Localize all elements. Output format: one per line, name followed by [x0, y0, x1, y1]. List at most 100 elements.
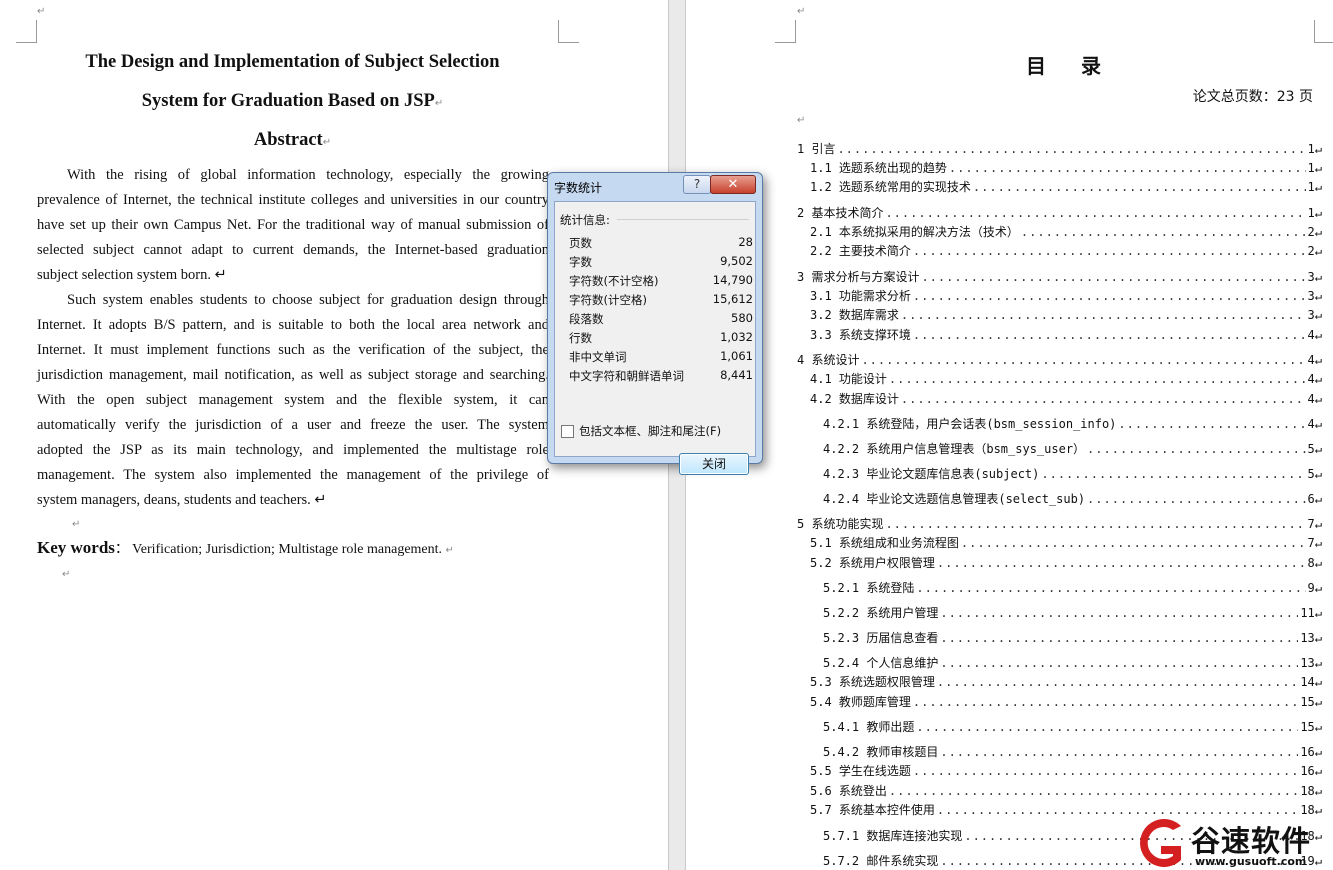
toc-entry-label: 1.2 选题系统常用的实现技术 [810, 180, 971, 194]
toc-entry[interactable]: 4.2.2 系统用户信息管理表（bsm_sys_user） 5↵ [823, 440, 1322, 457]
stat-row: 页数 28 [569, 235, 753, 251]
toc-entry[interactable]: 4.2.1 系统登陆，用户会话表(bsm_session_info) 4↵ [823, 415, 1322, 432]
toc-entry[interactable]: 3.2 数据库需求 3↵ [810, 306, 1322, 323]
toc-entry-page: 15↵ [1300, 720, 1322, 734]
toc-entry[interactable]: 3.3 系统支撑环境 4↵ [810, 326, 1322, 343]
stat-label: 字数 [569, 255, 592, 269]
toc-entry[interactable]: 4.2.3 毕业论文题库信息表(subject) 5↵ [823, 465, 1322, 482]
toc-entry-label: 4.2.4 毕业论文选题信息管理表(select_sub) [823, 492, 1086, 506]
toc-entry-label: 5.5 学生在线选题 [810, 764, 911, 778]
toc-entry[interactable]: 4 系统设计 4↵ [797, 351, 1322, 368]
toc-leader-dots [889, 784, 1298, 798]
toc-entry-label: 4.2.3 毕业论文题库信息表(subject) [823, 467, 1040, 481]
help-button[interactable]: ? [683, 175, 711, 194]
toc-entry[interactable]: 2.1 本系统拟采用的解决方法（技术） 2↵ [810, 223, 1322, 240]
crop-mark [558, 20, 579, 43]
watermark-logo: 谷速软件 www.gusuoft.com [1133, 812, 1333, 870]
toc-entry-page: 9↵ [1307, 581, 1322, 595]
toc-entry[interactable]: 3 需求分析与方案设计 3↵ [797, 268, 1322, 285]
toc-entry[interactable]: 5.1 系统组成和业务流程图 7↵ [810, 534, 1322, 551]
toc-entry[interactable]: 1.1 选题系统出现的趋势 1↵ [810, 159, 1322, 176]
toc-entry-page: 13↵ [1300, 631, 1322, 645]
toc-entry-page: 2↵ [1307, 244, 1322, 258]
toc-entry-label: 4.2 数据库设计 [810, 392, 899, 406]
include-textboxes-checkbox[interactable]: 包括文本框、脚注和尾注(F) [561, 423, 721, 439]
toc-entry-page: 16↵ [1300, 745, 1322, 759]
toc-entry[interactable]: 5.4.1 教师出题 15↵ [823, 718, 1322, 735]
toc-entry[interactable]: 5.3 系统选题权限管理 14↵ [810, 673, 1322, 690]
toc-entry[interactable]: 4.2.4 毕业论文选题信息管理表(select_sub) 6↵ [823, 490, 1322, 507]
toc-entry-label: 2.2 主要技术简介 [810, 244, 911, 258]
toc-leader-dots [913, 695, 1298, 709]
toc-entry-label: 4.1 功能设计 [810, 372, 887, 386]
toc-entry-page: 11↵ [1300, 606, 1322, 620]
toc-leader-dots [1118, 417, 1305, 431]
toc-leader-dots [937, 675, 1298, 689]
toc-leader-dots [901, 308, 1306, 322]
toc-entry[interactable]: 3.1 功能需求分析 3↵ [810, 287, 1322, 304]
toc-leader-dots [1021, 225, 1306, 239]
toc-entry-page: 15↵ [1300, 695, 1322, 709]
stat-row: 行数 1,032 [569, 330, 753, 346]
toc-entry-label: 3.1 功能需求分析 [810, 289, 911, 303]
toc-entry-page: 16↵ [1300, 764, 1322, 778]
toc-entry-page: 3↵ [1307, 289, 1322, 303]
toc-entry-page: 7↵ [1307, 536, 1322, 550]
toc-entry-label: 5.7.2 邮件系统实现 [823, 854, 939, 868]
toc-entry[interactable]: 5.6 系统登出 18↵ [810, 782, 1322, 799]
toc-entry[interactable]: 5.2.4 个人信息维护 13↵ [823, 654, 1322, 671]
dialog-titlebar[interactable]: 字数统计 ? ✕ [548, 173, 762, 197]
toc-entry[interactable]: 2 基本技术简介 1↵ [797, 204, 1322, 221]
stat-label: 字符数(不计空格) [569, 274, 659, 288]
toc-entry-label: 5.4 教师题库管理 [810, 695, 911, 709]
toc-entry[interactable]: 5.2.1 系统登陆 9↵ [823, 579, 1322, 596]
toc-entry[interactable]: 5 系统功能实现 7↵ [797, 515, 1322, 532]
stat-value: 1,061 [720, 349, 753, 363]
toc-entry-label: 2 基本技术简介 [797, 206, 884, 220]
toc-leader-dots [940, 606, 1298, 620]
toc-entry[interactable]: 5.5 学生在线选题 16↵ [810, 762, 1322, 779]
word-count-dialog: 字数统计 ? ✕ 统计信息: 页数 28 字数 9,502 字符数(不计空格) 14,79… [547, 172, 763, 475]
toc-entry-label: 3 需求分析与方案设计 [797, 270, 920, 284]
dialog-title: 字数统计 [554, 181, 603, 195]
abstract-paragraph-1: With the rising of global information te… [37, 163, 549, 288]
close-button[interactable]: 关闭 [679, 453, 749, 475]
keywords-label: Key words [37, 538, 115, 557]
toc-leader-dots [913, 244, 1306, 258]
toc-leader-dots [913, 328, 1306, 342]
checkbox-box[interactable] [561, 424, 574, 438]
toc-entry[interactable]: 4.1 功能设计 4↵ [810, 370, 1322, 387]
toc-entry[interactable]: 1.2 选题系统常用的实现技术 1↵ [810, 178, 1322, 195]
toc-leader-dots [885, 206, 1305, 220]
toc-entry-page: 2↵ [1307, 225, 1322, 239]
toc-entry[interactable]: 5.2.3 历届信息查看 13↵ [823, 629, 1322, 646]
abstract-line: With the rising of global information te… [67, 167, 549, 183]
toc-leader-dots [1041, 467, 1305, 481]
stat-label: 非中文单词 [569, 350, 627, 364]
toc-entry[interactable]: 4.2 数据库设计 4↵ [810, 390, 1322, 407]
abstract-line: Internet. It must implement functions su… [37, 342, 549, 358]
toc-entry-label: 2.1 本系统拟采用的解决方法（技术） [810, 225, 1019, 239]
toc-leader-dots [921, 270, 1305, 284]
toc-entry[interactable]: 5.2.2 系统用户管理 11↵ [823, 604, 1322, 621]
crop-mark [775, 20, 796, 43]
abstract-line: automatically verify the jurisdiction of… [37, 417, 549, 433]
toc-entry[interactable]: 1 引言 1↵ [797, 140, 1322, 157]
toc-entry[interactable]: 5.4.2 教师审核题目 16↵ [823, 743, 1322, 760]
toc-entry-page: 1↵ [1307, 206, 1322, 220]
toc-leader-dots [937, 556, 1306, 570]
toc-entry[interactable]: 5.4 教师题库管理 15↵ [810, 693, 1322, 710]
toc-leader-dots [837, 142, 1305, 156]
toc-entry-label: 3.2 数据库需求 [810, 308, 899, 322]
stat-value: 14,790 [712, 273, 753, 287]
toc-entry-label: 4.2.1 系统登陆，用户会话表(bsm_session_info) [823, 417, 1117, 431]
toc-leader-dots [901, 392, 1306, 406]
toc-entry[interactable]: 2.2 主要技术简介 2↵ [810, 242, 1322, 259]
paragraph-mark: ↵ [797, 115, 806, 126]
toc-entry-page: 4↵ [1307, 328, 1322, 342]
toc-leader-dots [940, 656, 1298, 670]
toc-leader-dots [889, 372, 1306, 386]
toc-entry[interactable]: 5.2 系统用户权限管理 8↵ [810, 554, 1322, 571]
toc-entry-page: 6↵ [1307, 492, 1322, 506]
close-icon[interactable]: ✕ [710, 175, 756, 194]
